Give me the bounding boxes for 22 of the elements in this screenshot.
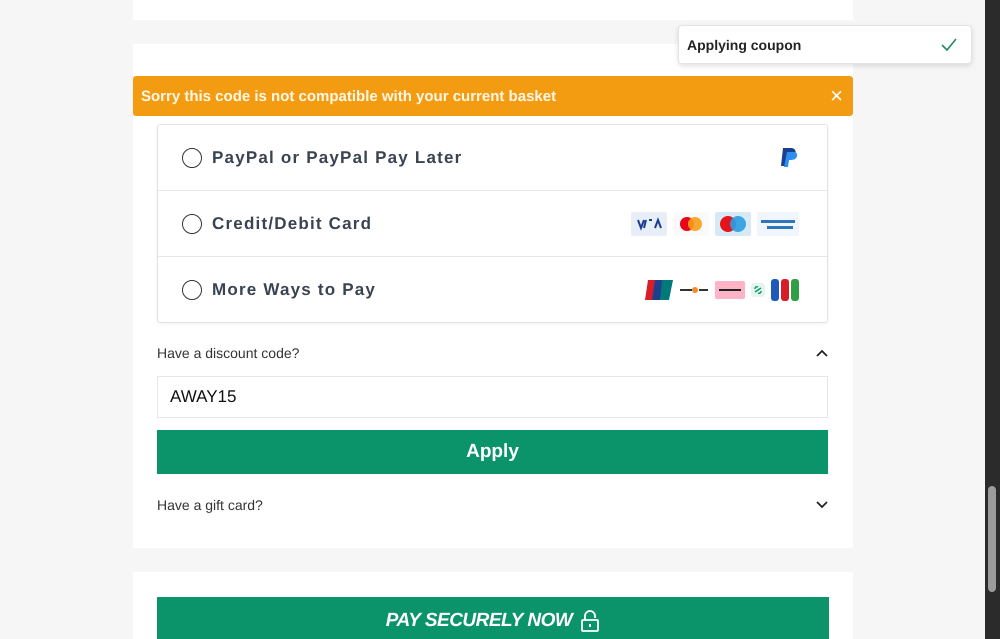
error-banner: Sorry this code is not compatible with your current basket × (133, 76, 853, 116)
radio-button[interactable] (182, 280, 202, 300)
radio-button[interactable] (182, 214, 202, 234)
toast-notification: Applying coupon (678, 25, 972, 64)
payment-option[interactable]: More Ways to Pay (158, 256, 827, 322)
discount-toggle[interactable]: Have a discount code? (157, 345, 828, 361)
radio-button[interactable] (182, 148, 202, 168)
payment-option[interactable]: PayPal or PayPal Pay Later (158, 125, 827, 190)
pay-button[interactable]: PAY SECURELY NOW (157, 597, 829, 639)
scrollbar[interactable] (985, 0, 1000, 639)
unionpay-logo (645, 280, 673, 300)
link-icon (751, 282, 765, 296)
jcb-logo (771, 278, 799, 300)
gift-card-toggle[interactable]: Have a gift card? (157, 497, 828, 513)
apply-button[interactable]: Apply (157, 430, 828, 474)
chevron-up-icon (816, 349, 828, 357)
discount-code-field[interactable]: AWAY15 (157, 376, 828, 418)
maestro-logo (715, 212, 751, 236)
paypal-logo (779, 146, 799, 170)
padlock-icon (580, 610, 600, 632)
chevron-down-icon (816, 501, 828, 509)
payment-option[interactable]: Credit/Debit Card (158, 190, 827, 256)
